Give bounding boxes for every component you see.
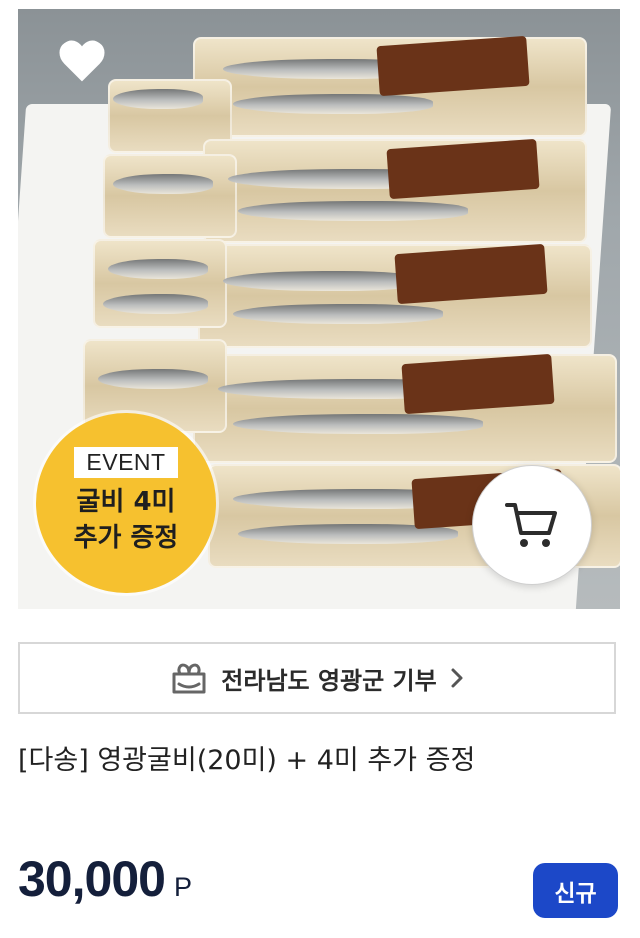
brand-label: [386, 138, 540, 200]
brand-label: [376, 35, 530, 97]
fish: [113, 89, 203, 109]
price: 30,000 P: [18, 850, 192, 908]
donation-button[interactable]: 전라남도 영광군 기부: [18, 642, 616, 714]
fish-pack: [103, 154, 237, 238]
fish: [98, 369, 208, 389]
fish: [108, 259, 208, 279]
heart-icon[interactable]: [58, 39, 106, 83]
event-line-1: 굴비 4미: [76, 487, 176, 517]
event-badge: EVENT 굴비 4미 추가 증정: [36, 413, 216, 593]
product-title[interactable]: [다송] 영광굴비(20미) + 4미 추가 증정: [18, 738, 475, 777]
fish-pack: [93, 239, 227, 328]
price-unit: P: [173, 872, 192, 902]
event-tag: EVENT: [74, 447, 178, 478]
event-line-2: 추가 증정: [73, 523, 179, 553]
fish: [238, 201, 468, 221]
cart-icon: [505, 503, 557, 547]
fish: [233, 414, 483, 434]
brand-label: [401, 353, 555, 415]
gift-box-icon: [172, 663, 206, 694]
fish: [223, 271, 423, 291]
add-to-cart-button[interactable]: [472, 465, 592, 585]
price-amount: 30,000: [18, 851, 166, 907]
new-badge: 신규: [533, 863, 618, 918]
fish: [233, 304, 443, 324]
fish: [233, 94, 433, 114]
fish: [103, 294, 208, 314]
fish: [113, 174, 213, 194]
brand-label: [394, 243, 548, 305]
donation-label: 전라남도 영광군 기부: [221, 666, 437, 695]
chevron-right-icon: [451, 668, 463, 688]
